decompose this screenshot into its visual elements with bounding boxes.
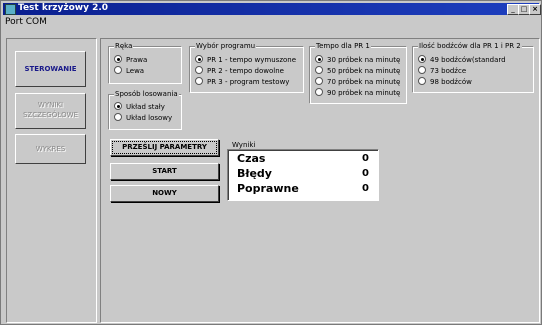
radio-selected-icon (195, 55, 203, 63)
radio-selected-icon (114, 55, 122, 63)
bodzce-option-label: 73 bodźce (430, 67, 467, 75)
bodzce-legend: Ilość bodźców dla PR 1 i PR 2 (418, 41, 522, 51)
losowanie-option-losowy[interactable]: Układ losowy (114, 113, 172, 123)
tempo-option-label: 50 próbek na minutę (327, 67, 401, 75)
program-option-label: PR 3 - program testowy (207, 78, 290, 86)
losowanie-legend: Sposób losowania (114, 89, 179, 99)
send-parameters-button[interactable]: PRZEŚLIJ PARAMETRY (110, 139, 219, 156)
radio-selected-icon (114, 102, 122, 110)
radio-icon (315, 77, 323, 85)
app-window: Test krzyżowy 2.0 _ □ × Port COM STEROWA… (0, 0, 542, 325)
losowanie-group: Sposób losowania Układ stały Układ losow… (108, 89, 182, 130)
result-errors-label: Błędy (237, 167, 272, 180)
program-option-pr2[interactable]: PR 2 - tempo dowolne (195, 66, 284, 76)
program-option-label: PR 1 - tempo wymuszone (207, 56, 297, 64)
program-legend: Wybór programu (195, 41, 257, 51)
reka-option-label: Prawa (126, 56, 148, 64)
close-button[interactable]: × (529, 4, 541, 15)
control-panel: Ręka Prawa Lewa Sposób losowania Układ s… (100, 38, 540, 323)
tempo-option-90[interactable]: 90 próbek na minutę (315, 88, 400, 98)
radio-icon (315, 88, 323, 96)
program-option-pr3[interactable]: PR 3 - program testowy (195, 77, 289, 87)
bodzce-option-98[interactable]: 98 bodźców (418, 77, 472, 87)
losowanie-option-label: Układ stały (126, 103, 165, 111)
tempo-option-label: 70 próbek na minutę (327, 78, 401, 86)
menu-bar: Port COM (3, 16, 539, 29)
tempo-option-label: 30 próbek na minutę (327, 56, 401, 64)
reka-group: Ręka Prawa Lewa (108, 41, 182, 84)
reka-option-label: Lewa (126, 67, 145, 75)
program-option-label: PR 2 - tempo dowolne (207, 67, 284, 75)
menu-item-port-com[interactable]: Port COM (5, 16, 47, 29)
bodzce-option-73[interactable]: 73 bodźce (418, 66, 466, 76)
nav-wyniki-label-line1: WYNIKI (37, 101, 64, 109)
radio-icon (315, 66, 323, 74)
result-correct-label: Poprawne (237, 182, 299, 195)
radio-icon (195, 77, 203, 85)
losowanie-option-staly[interactable]: Układ stały (114, 102, 165, 112)
reka-option-prawa[interactable]: Prawa (114, 55, 147, 65)
reka-option-lewa[interactable]: Lewa (114, 66, 144, 76)
radio-selected-icon (418, 55, 426, 63)
result-errors-value: 0 (362, 168, 369, 179)
result-correct-value: 0 (362, 183, 369, 194)
bodzce-option-label: 98 bodźców (430, 78, 472, 86)
nav-wykres-button[interactable]: WYKRES (15, 134, 86, 164)
program-option-pr1[interactable]: PR 1 - tempo wymuszone (195, 55, 296, 65)
radio-selected-icon (315, 55, 323, 63)
tempo-option-70[interactable]: 70 próbek na minutę (315, 77, 400, 87)
radio-icon (114, 113, 122, 121)
tempo-option-50[interactable]: 50 próbek na minutę (315, 66, 400, 76)
tempo-legend: Tempo dla PR 1 (315, 41, 371, 51)
nav-wyniki-button[interactable]: WYNIKI SZCZEGÓŁOWE (15, 93, 86, 129)
nav-wyniki-label-line2: SZCZEGÓŁOWE (22, 111, 79, 119)
new-button[interactable]: NOWY (110, 185, 219, 202)
nav-sterowanie-label: STEROWANIE (24, 65, 77, 73)
radio-icon (418, 77, 426, 85)
nav-sterowanie-button[interactable]: STEROWANIE (15, 51, 86, 87)
window-title: Test krzyżowy 2.0 (18, 3, 109, 13)
bodzce-group: Ilość bodźców dla PR 1 i PR 2 49 bodźców… (412, 41, 534, 93)
tempo-group: Tempo dla PR 1 30 próbek na minutę 50 pr… (309, 41, 407, 104)
radio-icon (418, 66, 426, 74)
results-box: Czas 0 Błędy 0 Poprawne 0 (227, 149, 379, 201)
bodzce-option-49[interactable]: 49 bodźców(standard (418, 55, 506, 65)
program-group: Wybór programu PR 1 - tempo wymuszone PR… (189, 41, 304, 93)
result-time-label: Czas (237, 152, 266, 165)
app-icon (5, 4, 16, 15)
nav-panel: STEROWANIE WYNIKI SZCZEGÓŁOWE WYKRES (6, 38, 97, 323)
reka-legend: Ręka (114, 41, 134, 51)
tempo-option-label: 90 próbek na minutę (327, 89, 401, 97)
nav-wykres-label: WYKRES (35, 145, 66, 153)
radio-icon (195, 66, 203, 74)
start-button[interactable]: START (110, 163, 219, 180)
radio-icon (114, 66, 122, 74)
title-bar[interactable]: Test krzyżowy 2.0 _ □ × (3, 3, 541, 15)
bodzce-option-label: 49 bodźców(standard (430, 56, 506, 64)
tempo-option-30[interactable]: 30 próbek na minutę (315, 55, 400, 65)
losowanie-option-label: Układ losowy (126, 114, 173, 122)
result-time-value: 0 (362, 153, 369, 164)
